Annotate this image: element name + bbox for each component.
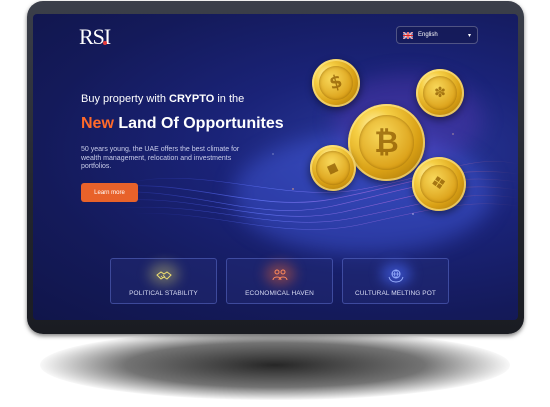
device-shadow (40, 330, 510, 400)
chevron-down-icon: ▾ (467, 32, 471, 39)
feature-card-label: CULTURAL MELTING POT (355, 290, 436, 297)
learn-more-button[interactable]: Learn more (81, 183, 138, 202)
language-selector[interactable]: English ▾ (396, 26, 478, 44)
hero-description: 50 years young, the UAE offers the best … (81, 146, 240, 170)
logo[interactable]: RSI (79, 24, 111, 50)
uk-flag-icon (403, 31, 413, 39)
cardano-coin-icon: ✽ (416, 69, 464, 117)
globe-hands-icon (388, 269, 404, 283)
hero-subheadline: New Land Of Opportunites (81, 115, 284, 132)
bitcoin-coin-icon: ₿ (348, 104, 425, 181)
language-label: English (418, 32, 438, 38)
feature-card-political-stability[interactable]: POLITICAL STABILITY (110, 258, 217, 304)
people-coins-icon (272, 269, 288, 281)
website-screen: RSI English ▾ Buy property with CRYPTO i… (33, 14, 518, 320)
hero-headline: Buy property with CRYPTO in the (81, 93, 245, 105)
handshake-icon (156, 271, 172, 280)
feature-card-economical-haven[interactable]: ECONOMICAL HAVEN (226, 258, 333, 304)
logo-dot (103, 41, 107, 45)
feature-card-label: ECONOMICAL HAVEN (245, 290, 314, 297)
feature-card-label: POLITICAL STABILITY (129, 290, 198, 297)
feature-card-cultural-melting-pot[interactable]: CULTURAL MELTING POT (342, 258, 449, 304)
